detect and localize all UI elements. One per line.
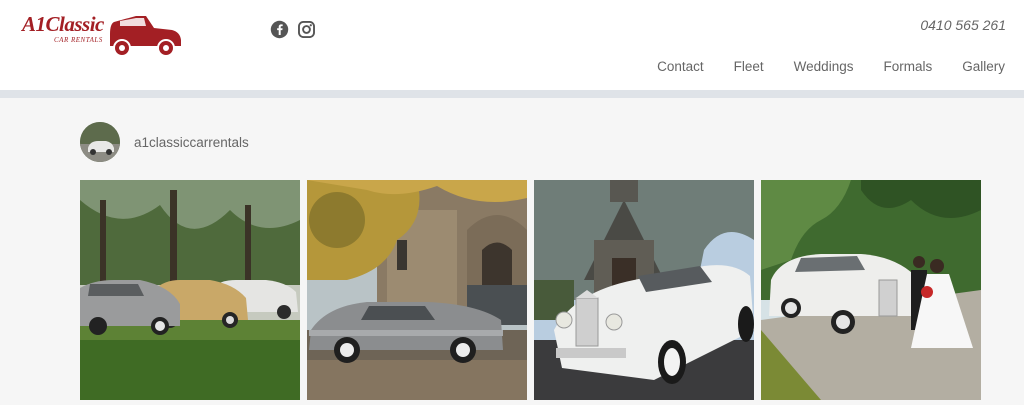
nav-gallery[interactable]: Gallery (962, 59, 1005, 75)
feed-photo[interactable] (534, 180, 754, 400)
header-divider (0, 90, 1024, 98)
feed-profile[interactable]: a1classiccarrentals (80, 122, 984, 162)
vintage-car-icon (110, 16, 181, 57)
site-header: A1Classic CAR RENTALS 0410 565 261 Conta… (0, 0, 1024, 90)
feed-photo[interactable] (307, 180, 527, 400)
nav-contact[interactable]: Contact (657, 59, 704, 75)
feed-handle[interactable]: a1classiccarrentals (134, 135, 249, 150)
photo-grid (80, 180, 981, 400)
phone-number[interactable]: 0410 565 261 (920, 17, 1006, 33)
nav-formals[interactable]: Formals (883, 59, 932, 75)
logo-text: A1Classic (22, 12, 104, 36)
site-logo[interactable]: A1Classic CAR RENTALS (20, 10, 185, 60)
facebook-icon[interactable] (270, 20, 289, 39)
instagram-icon[interactable] (297, 20, 316, 39)
nav-weddings[interactable]: Weddings (794, 59, 854, 75)
feed-photo[interactable] (80, 180, 300, 400)
avatar[interactable] (80, 122, 120, 162)
instagram-feed: a1classiccarrentals (80, 122, 984, 405)
logo-subtext: CAR RENTALS (54, 36, 103, 44)
nav-fleet[interactable]: Fleet (734, 59, 764, 75)
main-nav: Contact Fleet Weddings Formals Gallery (657, 59, 1024, 75)
feed-photo[interactable] (761, 180, 981, 400)
